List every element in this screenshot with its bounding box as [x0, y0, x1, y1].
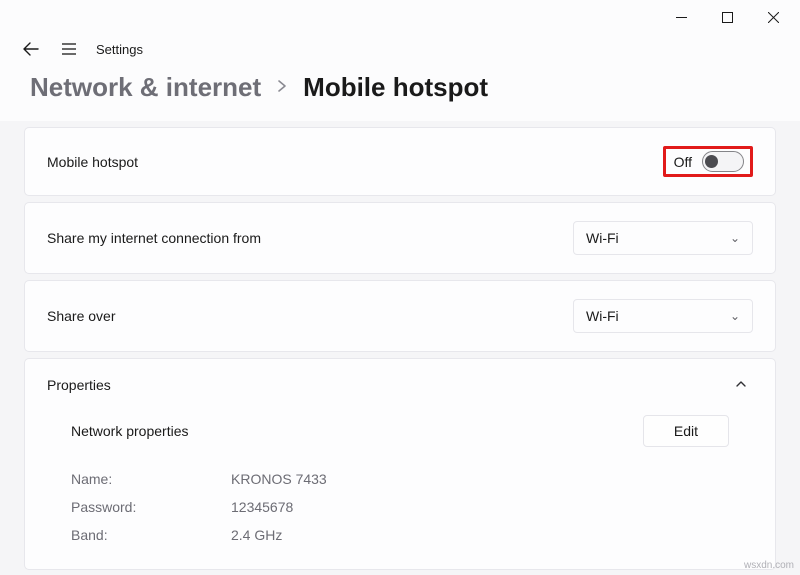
share-from-panel: Share my internet connection from Wi-Fi …: [24, 202, 776, 274]
close-button[interactable]: [750, 2, 796, 32]
band-value: 2.4 GHz: [231, 527, 282, 543]
mobile-hotspot-panel: Mobile hotspot Off: [24, 127, 776, 196]
back-button[interactable]: [18, 36, 44, 62]
hotspot-state-text: Off: [674, 154, 692, 170]
chevron-down-icon: ⌄: [730, 309, 740, 323]
band-label: Band:: [71, 527, 231, 543]
password-value: 12345678: [231, 499, 293, 515]
properties-panel: Properties Network properties Edit Name:…: [24, 358, 776, 570]
property-row-band: Band: 2.4 GHz: [71, 521, 729, 549]
breadcrumb-parent[interactable]: Network & internet: [30, 72, 261, 103]
share-from-label: Share my internet connection from: [47, 230, 559, 246]
breadcrumb-current: Mobile hotspot: [303, 72, 488, 103]
header-row: Settings: [0, 34, 800, 64]
toggle-knob: [705, 155, 718, 168]
chevron-right-icon: [275, 79, 289, 96]
back-arrow-icon: [22, 40, 40, 58]
hamburger-icon: [60, 40, 78, 58]
edit-button[interactable]: Edit: [643, 415, 729, 447]
maximize-button[interactable]: [704, 2, 750, 32]
share-over-panel: Share over Wi-Fi ⌄: [24, 280, 776, 352]
properties-section-label: Properties: [47, 377, 721, 393]
name-label: Name:: [71, 471, 231, 487]
app-title: Settings: [96, 42, 143, 57]
hotspot-toggle-highlight: Off: [663, 146, 753, 177]
window-titlebar: [0, 0, 800, 34]
menu-button[interactable]: [56, 36, 82, 62]
breadcrumb: Network & internet Mobile hotspot: [0, 64, 800, 121]
share-from-value: Wi-Fi: [586, 230, 619, 246]
share-over-label: Share over: [47, 308, 559, 324]
share-over-value: Wi-Fi: [586, 308, 619, 324]
properties-header-row[interactable]: Properties: [25, 359, 775, 411]
chevron-up-icon: [735, 377, 753, 393]
maximize-icon: [722, 12, 733, 23]
share-from-select[interactable]: Wi-Fi ⌄: [573, 221, 753, 255]
minimize-button[interactable]: [658, 2, 704, 32]
mobile-hotspot-label: Mobile hotspot: [47, 154, 649, 170]
name-value: KRONOS 7433: [231, 471, 327, 487]
password-label: Password:: [71, 499, 231, 515]
property-row-password: Password: 12345678: [71, 493, 729, 521]
close-icon: [768, 12, 779, 23]
property-row-name: Name: KRONOS 7433: [71, 465, 729, 493]
hotspot-toggle[interactable]: [702, 151, 744, 172]
share-over-select[interactable]: Wi-Fi ⌄: [573, 299, 753, 333]
chevron-down-icon: ⌄: [730, 231, 740, 245]
network-properties-header: Network properties: [71, 423, 189, 439]
watermark: wsxdn.com: [744, 560, 794, 571]
minimize-icon: [676, 12, 687, 23]
